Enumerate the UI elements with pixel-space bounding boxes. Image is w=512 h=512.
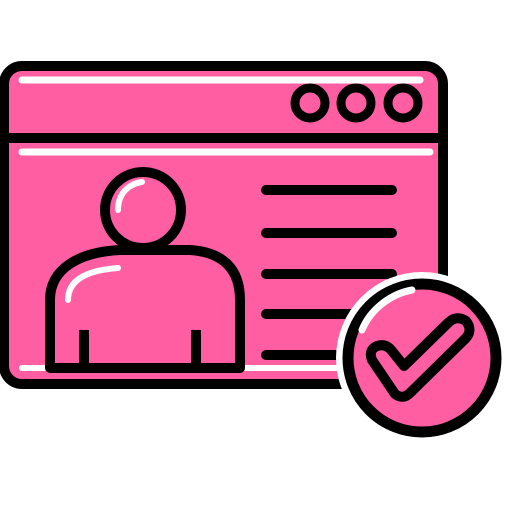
icon-canvas (0, 0, 512, 512)
window-dot-icon[interactable] (336, 83, 376, 123)
window-controls (290, 83, 423, 123)
checkmark-badge-icon (336, 272, 508, 444)
window-dot-icon[interactable] (383, 83, 423, 123)
window-dot-icon[interactable] (290, 83, 330, 123)
avatar-body (45, 245, 245, 373)
verified-user-profile-window-icon (0, 61, 508, 444)
